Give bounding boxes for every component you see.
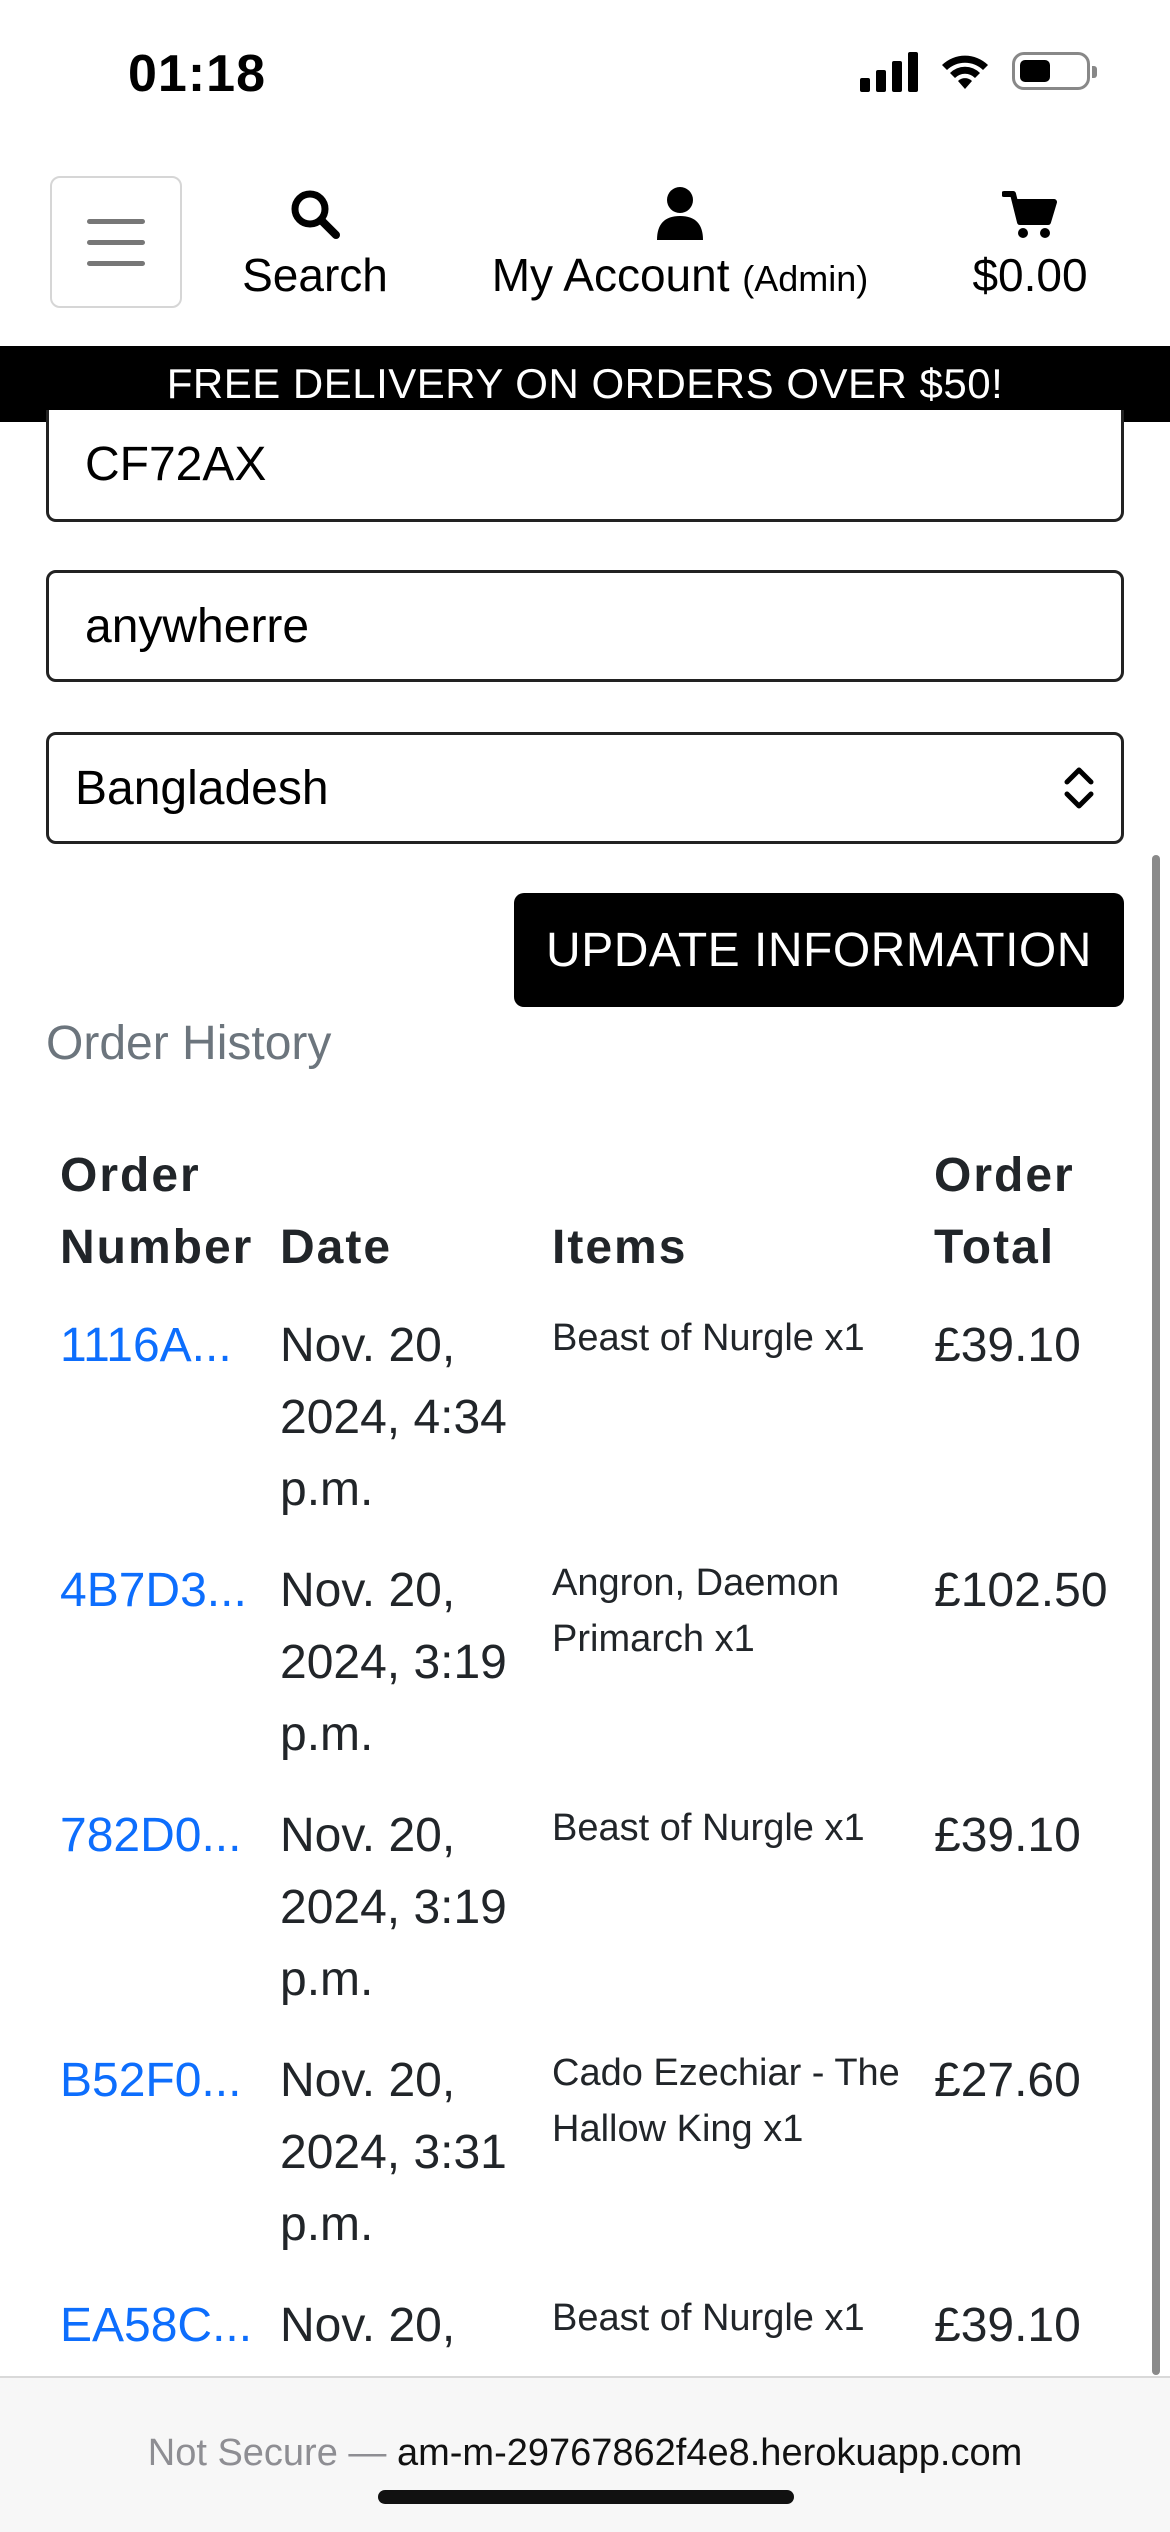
order-items: Beast of Nurgle x1 <box>552 1807 865 1849</box>
order-total: £102.50 <box>934 1564 1108 1617</box>
order-date: Nov. 20, 2024, 4:34 p.m. <box>280 1319 507 1516</box>
order-number-link[interactable]: EA58C... <box>60 2290 252 2362</box>
order-date: Nov. 20, 2024, 3:31 p.m. <box>280 2054 507 2251</box>
account-label: My Account <box>491 249 730 301</box>
nav-search-label: Search <box>242 249 388 301</box>
account-role: (Admin) <box>742 258 869 299</box>
page-scrollbar[interactable] <box>1152 855 1160 2375</box>
order-items: Angron, Daemon Primarch x1 <box>552 1562 840 1660</box>
site-header: Search My Account (Admin) $0.00 <box>0 150 1170 346</box>
nav-cart[interactable]: $0.00 <box>950 180 1110 302</box>
header-order-total-line1: Order <box>934 1149 1075 1202</box>
order-number-link[interactable]: B52F0... <box>60 2045 241 2117</box>
nav-account-label: My Account (Admin) <box>470 248 890 302</box>
url-text: am-m-29767862f4e8.herokuapp.com <box>396 2432 1023 2474</box>
postcode-field[interactable] <box>46 410 1124 522</box>
header-order-total: Order Total <box>934 1140 1075 1284</box>
battery-icon <box>1012 52 1097 90</box>
home-indicator[interactable] <box>378 2490 794 2504</box>
order-items: Beast of Nurgle x1 <box>552 1317 865 1359</box>
header-order-number-line1: Order <box>60 1149 201 1202</box>
user-icon <box>657 187 703 240</box>
order-total: £39.10 <box>934 1809 1081 1862</box>
nav-my-account[interactable]: My Account (Admin) <box>470 180 890 302</box>
order-date: Nov. 20, <box>280 2299 456 2352</box>
header-date: Date <box>280 1221 393 1274</box>
postcode-input[interactable] <box>85 437 1085 492</box>
hamburger-menu-icon[interactable] <box>50 176 182 308</box>
country-selected-value: Bangladesh <box>75 761 329 815</box>
order-total: £27.60 <box>934 2054 1081 2107</box>
order-number-link[interactable]: 1116A... <box>60 1310 232 1382</box>
status-icons <box>860 50 1097 92</box>
url-display[interactable]: Not Secure — am-m-29767862f4e8.herokuapp… <box>0 2432 1170 2475</box>
update-information-button[interactable]: UPDATE INFORMATION <box>514 893 1124 1007</box>
order-number-link[interactable]: 782D0... <box>60 1800 241 1872</box>
cart-icon <box>1002 191 1057 238</box>
chevron-up-down-icon <box>1059 760 1099 816</box>
status-time: 01:18 <box>128 45 266 103</box>
order-number-link[interactable]: 4B7D3... <box>60 1555 247 1627</box>
signal-icon <box>860 50 918 92</box>
not-secure-label: Not Secure — <box>147 2432 387 2474</box>
browser-address-bar[interactable]: Not Secure — am-m-29767862f4e8.herokuapp… <box>0 2376 1170 2532</box>
order-date: Nov. 20, 2024, 3:19 p.m. <box>280 1809 507 2006</box>
header-order-total-line2: Total <box>934 1221 1056 1274</box>
header-order-number-line2: Number <box>60 1221 254 1274</box>
order-history-title: Order History <box>46 1017 332 1070</box>
search-icon <box>291 190 340 239</box>
nav-search[interactable]: Search <box>240 180 390 302</box>
header-items: Items <box>552 1221 688 1274</box>
order-items: Cado Ezechiar - The Hallow King x1 <box>552 2052 900 2150</box>
order-total: £39.10 <box>934 1319 1081 1372</box>
header-order-number: Order Number <box>60 1140 253 1284</box>
order-date: Nov. 20, 2024, 3:19 p.m. <box>280 1564 507 1761</box>
order-items: Beast of Nurgle x1 <box>552 2297 865 2339</box>
country-select[interactable]: Bangladesh <box>46 732 1124 844</box>
county-field[interactable] <box>46 570 1124 682</box>
status-bar: 01:18 <box>0 0 1170 150</box>
county-input[interactable] <box>85 598 1085 654</box>
cart-total: $0.00 <box>972 249 1088 301</box>
order-total: £39.10 <box>934 2299 1081 2352</box>
wifi-icon <box>942 55 988 89</box>
